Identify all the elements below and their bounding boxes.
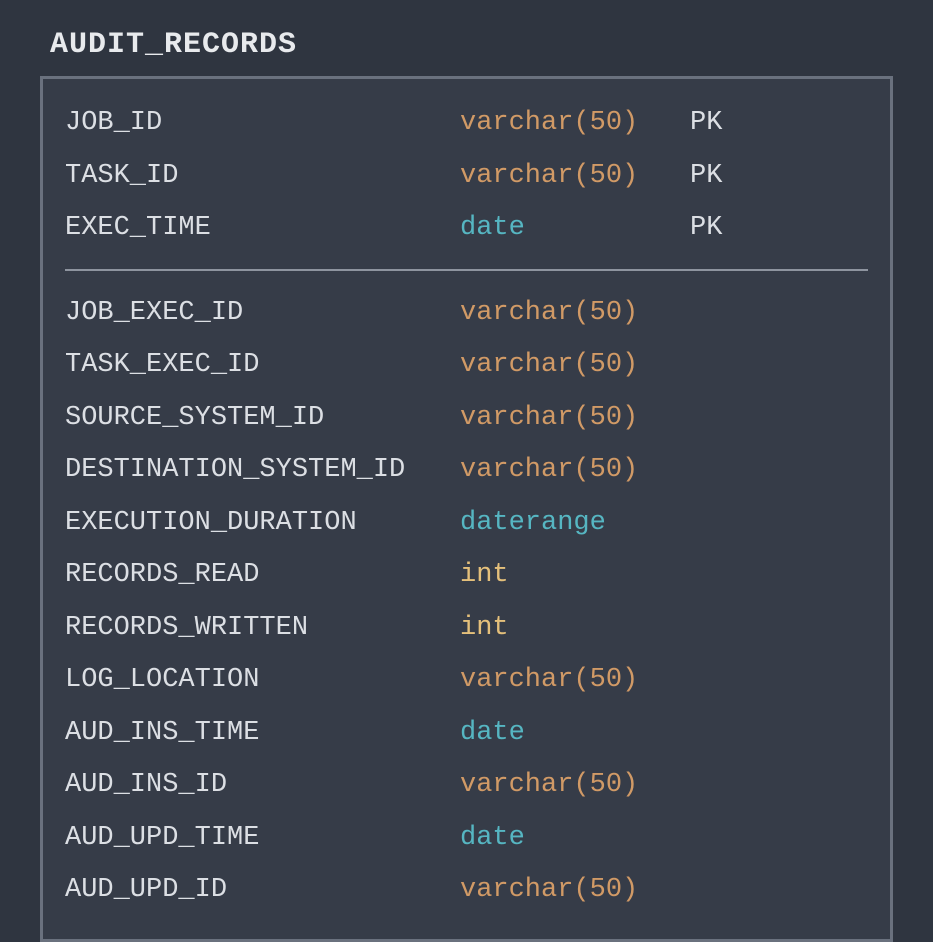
field-name: AUD_INS_ID — [65, 765, 460, 806]
field-name: LOG_LOCATION — [65, 660, 460, 701]
entity-body: JOB_IDvarchar(50)PKTASK_IDvarchar(50)PKE… — [40, 76, 893, 942]
field-name: SOURCE_SYSTEM_ID — [65, 398, 460, 439]
field-type: varchar(50) — [460, 293, 690, 334]
field-row: JOB_EXEC_IDvarchar(50) — [65, 287, 868, 340]
field-type: varchar(50) — [460, 450, 690, 491]
field-type: varchar(50) — [460, 765, 690, 806]
field-name: JOB_ID — [65, 103, 460, 144]
field-name: AUD_UPD_TIME — [65, 818, 460, 859]
field-row: AUD_UPD_TIMEdate — [65, 812, 868, 865]
primary-keys-section: JOB_IDvarchar(50)PKTASK_IDvarchar(50)PKE… — [65, 97, 868, 255]
field-row: RECORDS_READint — [65, 549, 868, 602]
field-name: TASK_ID — [65, 156, 460, 197]
field-row: EXECUTION_DURATIONdaterange — [65, 497, 868, 550]
field-key: PK — [690, 156, 750, 197]
field-row: EXEC_TIMEdatePK — [65, 202, 868, 255]
field-row: AUD_INS_IDvarchar(50) — [65, 759, 868, 812]
field-type: varchar(50) — [460, 103, 690, 144]
field-row: LOG_LOCATIONvarchar(50) — [65, 654, 868, 707]
field-type: int — [460, 555, 690, 596]
field-name: RECORDS_WRITTEN — [65, 608, 460, 649]
field-row: DESTINATION_SYSTEM_IDvarchar(50) — [65, 444, 868, 497]
field-key: PK — [690, 208, 750, 249]
field-row: SOURCE_SYSTEM_IDvarchar(50) — [65, 392, 868, 445]
fields-section: JOB_EXEC_IDvarchar(50)TASK_EXEC_IDvarcha… — [65, 287, 868, 917]
field-type: daterange — [460, 503, 690, 544]
section-divider — [65, 269, 868, 271]
field-row: TASK_IDvarchar(50)PK — [65, 150, 868, 203]
field-row: AUD_UPD_IDvarchar(50) — [65, 864, 868, 917]
field-type: varchar(50) — [460, 156, 690, 197]
field-type: varchar(50) — [460, 345, 690, 386]
field-name: EXEC_TIME — [65, 208, 460, 249]
field-type: varchar(50) — [460, 660, 690, 701]
field-name: RECORDS_READ — [65, 555, 460, 596]
field-type: varchar(50) — [460, 398, 690, 439]
field-type: date — [460, 818, 690, 859]
field-type: date — [460, 713, 690, 754]
field-name: EXECUTION_DURATION — [65, 503, 460, 544]
field-name: AUD_INS_TIME — [65, 713, 460, 754]
field-row: AUD_INS_TIMEdate — [65, 707, 868, 760]
field-row: JOB_IDvarchar(50)PK — [65, 97, 868, 150]
field-name: JOB_EXEC_ID — [65, 293, 460, 334]
field-type: varchar(50) — [460, 870, 690, 911]
field-type: int — [460, 608, 690, 649]
field-row: RECORDS_WRITTENint — [65, 602, 868, 655]
entity-card: AUDIT_RECORDS JOB_IDvarchar(50)PKTASK_ID… — [40, 20, 893, 942]
field-row: TASK_EXEC_IDvarchar(50) — [65, 339, 868, 392]
field-key: PK — [690, 103, 750, 144]
field-name: TASK_EXEC_ID — [65, 345, 460, 386]
field-name: DESTINATION_SYSTEM_ID — [65, 450, 460, 491]
entity-title: AUDIT_RECORDS — [40, 20, 893, 76]
field-name: AUD_UPD_ID — [65, 870, 460, 911]
field-type: date — [460, 208, 690, 249]
